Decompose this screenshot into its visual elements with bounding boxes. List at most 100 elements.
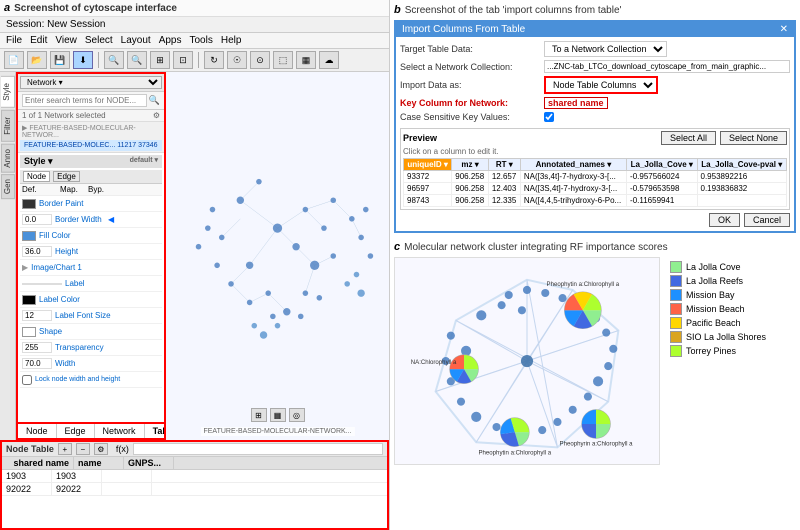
- network-item[interactable]: FEATURE-BASED-MOLEC... 11217 37346: [20, 140, 162, 151]
- legend-color-mission-beach: [670, 303, 682, 315]
- network-dropdown[interactable]: Network ▾: [20, 76, 162, 89]
- menu-edit[interactable]: Edit: [30, 35, 47, 46]
- label-color-row: Label Color: [20, 292, 162, 308]
- settings2-icon[interactable]: ⚙: [94, 443, 108, 455]
- edge-style-tab[interactable]: Edge: [53, 171, 80, 182]
- legend-mission-beach: Mission Beach: [670, 303, 792, 315]
- annotation-tab[interactable]: Anno: [1, 144, 15, 173]
- col-mz[interactable]: mz ▾: [452, 159, 489, 171]
- network-collection-row: Select a Network Collection:: [400, 60, 790, 73]
- generator-tab[interactable]: Gen: [1, 174, 15, 199]
- grid2-btn[interactable]: ▦: [270, 408, 286, 422]
- table-header-row: shared name name GNPS...: [2, 457, 387, 470]
- zoom-out-btn[interactable]: 🔍: [127, 51, 147, 69]
- case-sensitive-checkbox[interactable]: [544, 112, 554, 122]
- network-tab[interactable]: Network: [95, 424, 145, 438]
- tool2-btn[interactable]: ⊙: [250, 51, 270, 69]
- menu-help[interactable]: Help: [221, 35, 242, 46]
- new-session-btn[interactable]: 📄: [4, 51, 24, 69]
- cancel-btn[interactable]: Cancel: [744, 213, 790, 227]
- col-cove[interactable]: La_Jolla_Cove ▾: [627, 159, 697, 171]
- col-name[interactable]: name: [74, 457, 124, 469]
- legend-mission-bay: Mission Bay: [670, 289, 792, 301]
- legend: La Jolla Cove La Jolla Reefs Mission Bay…: [666, 257, 796, 465]
- menu-view[interactable]: View: [55, 35, 77, 46]
- circle-btn[interactable]: ◎: [289, 408, 305, 422]
- settings-icon[interactable]: ⚙: [153, 111, 160, 120]
- svg-text:NA:Chlorophyll a: NA:Chlorophyll a: [411, 359, 457, 366]
- network-selected-count: 1 of 1 Network selected: [22, 111, 106, 120]
- ok-btn[interactable]: OK: [709, 213, 740, 227]
- add-col-btn[interactable]: +: [58, 443, 72, 455]
- select-none-btn[interactable]: Select None: [720, 131, 787, 145]
- col-uniqueid[interactable]: uniqueID ▾: [404, 159, 452, 171]
- section-a-label: a: [4, 2, 10, 14]
- node-style-tab[interactable]: Node: [23, 171, 50, 182]
- row2-gnps: [102, 483, 152, 495]
- table-row-1: 1903 1903: [2, 470, 387, 483]
- del-col-btn[interactable]: −: [76, 443, 90, 455]
- menu-apps[interactable]: Apps: [159, 35, 182, 46]
- tool1-btn[interactable]: ☉: [227, 51, 247, 69]
- formula-input[interactable]: [133, 443, 383, 455]
- node-search-input[interactable]: [22, 94, 147, 107]
- formula-bar: f(x): [116, 444, 129, 454]
- open-btn[interactable]: 📂: [27, 51, 47, 69]
- col-rt[interactable]: RT ▾: [488, 159, 520, 171]
- refresh-btn[interactable]: ↻: [204, 51, 224, 69]
- target-table-row: Target Table Data: To a Network Collecti…: [400, 41, 790, 57]
- label-row: Label: [20, 276, 162, 292]
- col-gnps[interactable]: GNPS...: [124, 457, 174, 469]
- table-tab[interactable]: Table: [145, 424, 166, 438]
- menu-file[interactable]: File: [6, 35, 22, 46]
- save-btn[interactable]: 💾: [50, 51, 70, 69]
- target-table-select[interactable]: To a Network Collection: [544, 41, 667, 57]
- tool5-btn[interactable]: ☁: [319, 51, 339, 69]
- tool3-btn[interactable]: ⬚: [273, 51, 293, 69]
- tool4-btn[interactable]: ▦: [296, 51, 316, 69]
- svg-text:Pheophytin a:Chlorophyll a: Pheophytin a:Chlorophyll a: [478, 449, 551, 456]
- select-all-btn[interactable]: Select All: [661, 131, 716, 145]
- grid-btn[interactable]: ⊞: [251, 408, 267, 422]
- filter-tab[interactable]: Filter: [1, 110, 15, 142]
- search-icon[interactable]: 🔍: [149, 95, 160, 106]
- close-icon[interactable]: ✕: [780, 24, 788, 35]
- svg-text:Pheophytin a:Chlorophyll a: Pheophytin a:Chlorophyll a: [547, 281, 620, 288]
- legend-torrey-pines: Torrey Pines: [670, 345, 792, 357]
- row2-shared: 92022: [2, 483, 52, 495]
- bottom-tab-bar: Node Edge Network Table: [18, 422, 164, 438]
- label-color-swatch[interactable]: [22, 295, 36, 305]
- zoom-fit-btn[interactable]: ⊞: [150, 51, 170, 69]
- table-toolbar: Node Table: [6, 444, 54, 454]
- zoom-in-btn[interactable]: 🔍: [104, 51, 124, 69]
- molecular-graph: Pheophytin a:Chlorophyll a NA:Chlorophyl…: [394, 257, 660, 465]
- style-tab[interactable]: Style: [1, 76, 15, 108]
- edge-tab[interactable]: Edge: [57, 424, 95, 438]
- import-data-select[interactable]: Node Table Columns: [544, 76, 658, 94]
- preview-row-2: 96597906.25812.403NA([3S,4t]-7-hydroxy-3…: [404, 183, 787, 195]
- preview-note: Click on a column to edit it.: [403, 147, 787, 156]
- import-btn[interactable]: ⬇: [73, 51, 93, 69]
- props-header: Def. Map. Byp.: [20, 184, 162, 196]
- dialog-footer: OK Cancel: [400, 213, 790, 227]
- legend-la-jolla-reefs: La Jolla Reefs: [670, 275, 792, 287]
- preview-table: uniqueID ▾ mz ▾ RT ▾ Annotated_names ▾ L…: [403, 158, 787, 207]
- menu-tools[interactable]: Tools: [189, 35, 212, 46]
- lock-checkbox[interactable]: [22, 375, 32, 385]
- node-tab[interactable]: Node: [18, 424, 57, 438]
- col-shared-name[interactable]: shared name: [2, 457, 74, 469]
- menu-layout[interactable]: Layout: [121, 35, 151, 46]
- menu-select[interactable]: Select: [85, 35, 113, 46]
- border-paint-color[interactable]: [22, 199, 36, 209]
- preview-area: Preview Select All Select None Click on …: [400, 128, 790, 210]
- network-canvas: FEATURE-BASED-MOLECULAR-NETWORK... ⊞ ▦ ◎: [166, 72, 389, 440]
- key-column-row: Key Column for Network: shared name: [400, 97, 790, 109]
- network-collection-input[interactable]: [544, 60, 790, 73]
- col-cove-pval[interactable]: La_Jolla_Cove-pval ▾: [697, 159, 787, 171]
- side-tabs: Style Filter Anno Gen: [0, 72, 16, 440]
- shape-preview[interactable]: [22, 327, 36, 337]
- row1-name: 1903: [52, 470, 102, 482]
- zoom-sel-btn[interactable]: ⊡: [173, 51, 193, 69]
- col-annotated[interactable]: Annotated_names ▾: [520, 159, 626, 171]
- fill-color-swatch[interactable]: [22, 231, 36, 241]
